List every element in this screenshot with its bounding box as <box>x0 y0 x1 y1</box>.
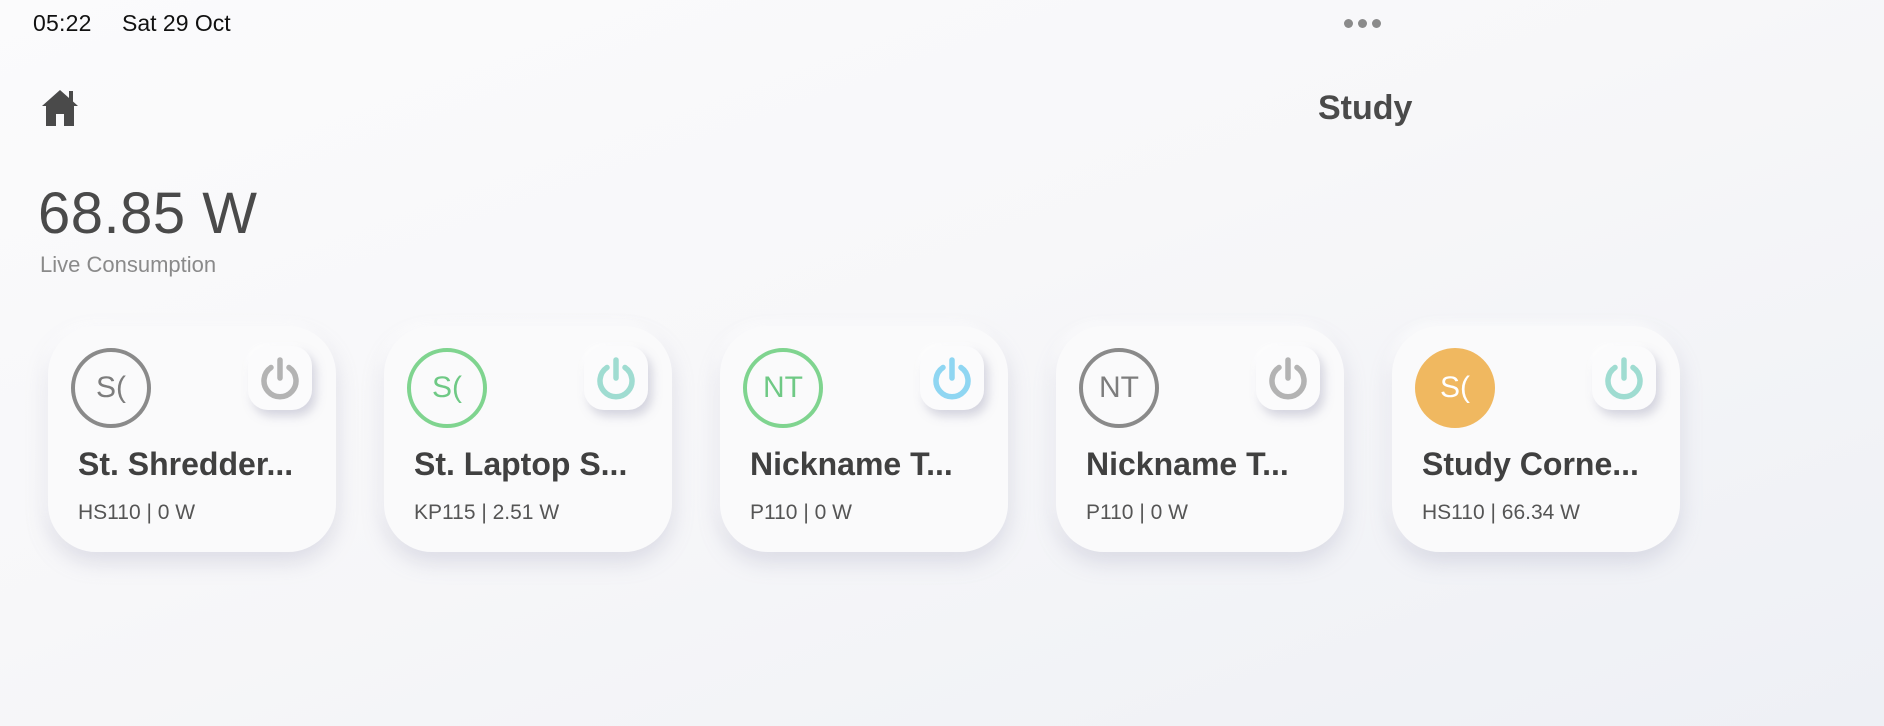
device-card[interactable]: NT Nickname T... P110 | 0 W <box>1056 326 1344 552</box>
power-icon <box>1269 357 1307 400</box>
status-date: Sat 29 Oct <box>122 10 231 36</box>
home-icon <box>42 90 78 126</box>
device-model-power: HS110 | 66.34 W <box>1422 501 1580 524</box>
live-consumption-value: 68.85 W <box>38 181 258 246</box>
power-toggle-button[interactable] <box>1592 346 1656 410</box>
power-toggle-button[interactable] <box>584 346 648 410</box>
device-name: St. Shredder... <box>78 446 294 482</box>
device-name: St. Laptop S... <box>414 446 628 482</box>
device-name: Nickname T... <box>1086 446 1289 482</box>
device-card[interactable]: S( Study Corne... HS110 | 66.34 W <box>1392 326 1680 552</box>
live-consumption-label: Live Consumption <box>40 252 217 277</box>
device-avatar: S( <box>1415 348 1495 428</box>
power-toggle-button[interactable] <box>1256 346 1320 410</box>
power-icon <box>1605 357 1643 400</box>
status-bar: 05:22 Sat 29 Oct <box>0 0 1884 46</box>
device-model-power: P110 | 0 W <box>750 501 852 524</box>
multitasking-dots-icon[interactable] <box>1344 19 1381 28</box>
device-card[interactable]: NT Nickname T... P110 | 0 W <box>720 326 1008 552</box>
device-name: Study Corne... <box>1422 446 1639 482</box>
device-card[interactable]: S( St. Shredder... HS110 | 0 W <box>48 326 336 552</box>
device-avatar: NT <box>1079 348 1159 428</box>
device-card[interactable]: S( St. Laptop S... KP115 | 2.51 W <box>384 326 672 552</box>
power-toggle-button[interactable] <box>248 346 312 410</box>
device-avatar: S( <box>71 348 151 428</box>
device-avatar: NT <box>743 348 823 428</box>
power-icon <box>597 357 635 400</box>
device-model-power: KP115 | 2.51 W <box>414 501 560 524</box>
device-avatar: S( <box>407 348 487 428</box>
device-model-power: P110 | 0 W <box>1086 501 1188 524</box>
status-time: 05:22 <box>33 10 92 36</box>
power-icon <box>933 357 971 400</box>
device-model-power: HS110 | 0 W <box>78 501 196 524</box>
power-icon <box>261 357 299 400</box>
device-name: Nickname T... <box>750 446 953 482</box>
page-title: Study <box>1318 89 1413 127</box>
device-list: S( St. Shredder... HS110 | 0 W S( St. La… <box>48 326 1680 552</box>
home-button[interactable] <box>38 86 82 130</box>
power-toggle-button[interactable] <box>920 346 984 410</box>
